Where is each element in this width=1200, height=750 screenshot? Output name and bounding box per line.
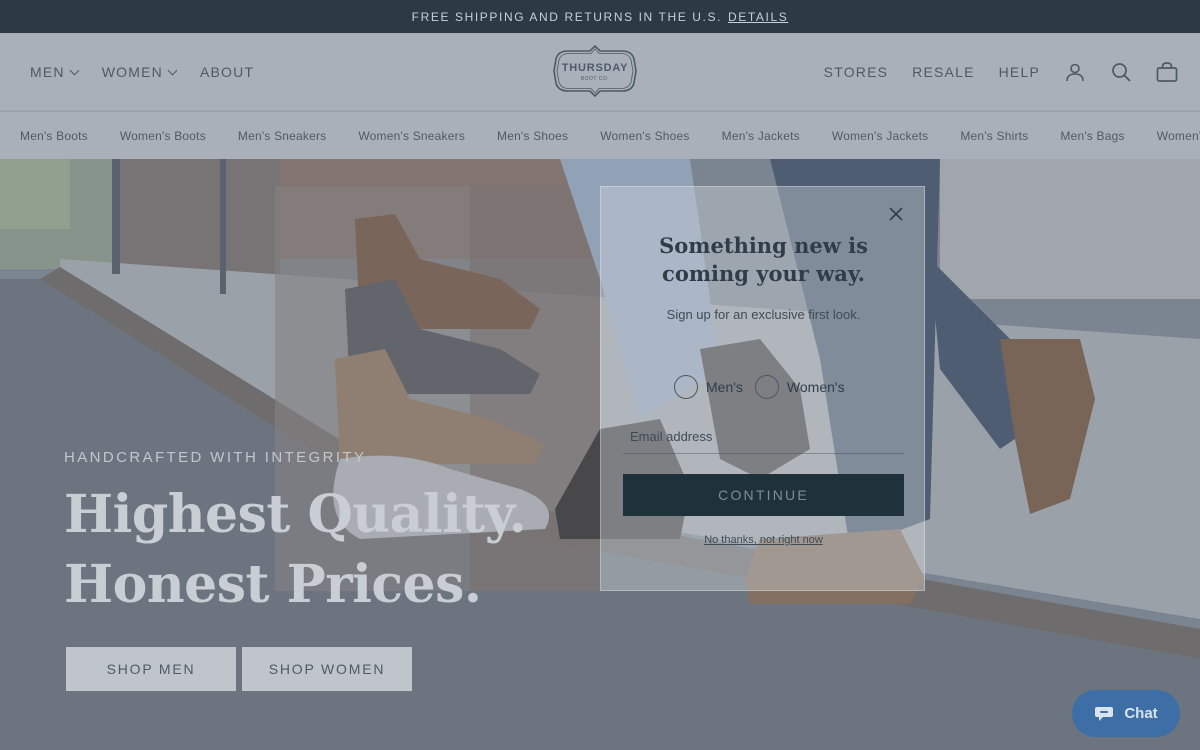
gender-options: Men's Women's — [674, 375, 845, 399]
close-icon[interactable] — [886, 204, 906, 224]
chat-bubble-icon — [1095, 706, 1114, 721]
continue-button[interactable]: CONTINUE — [623, 474, 904, 516]
dismiss-link[interactable]: No thanks, not right now — [601, 534, 926, 546]
announcement-bar: FREE SHIPPING AND RETURNS IN THE U.S. DE… — [0, 0, 1200, 33]
radio-mens-label: Men's — [706, 379, 743, 395]
modal-title: Something new is coming your way. — [659, 233, 868, 286]
announcement-text: FREE SHIPPING AND RETURNS IN THE U.S. — [411, 9, 723, 24]
radio-womens[interactable]: Women's — [754, 375, 845, 399]
modal-subtitle: Sign up for an exclusive first look. — [666, 307, 861, 322]
radio-circle[interactable] — [754, 375, 779, 399]
radio-womens-label: Women's — [786, 379, 845, 395]
chat-button[interactable]: Chat — [1072, 690, 1180, 737]
chat-label: Chat — [1124, 705, 1158, 722]
signup-modal: Something new is coming your way. Sign u… — [600, 186, 925, 591]
radio-mens[interactable]: Men's — [674, 375, 743, 399]
radio-circle[interactable] — [674, 375, 698, 399]
email-field[interactable] — [623, 420, 904, 454]
details-link[interactable]: DETAILS — [728, 10, 788, 24]
